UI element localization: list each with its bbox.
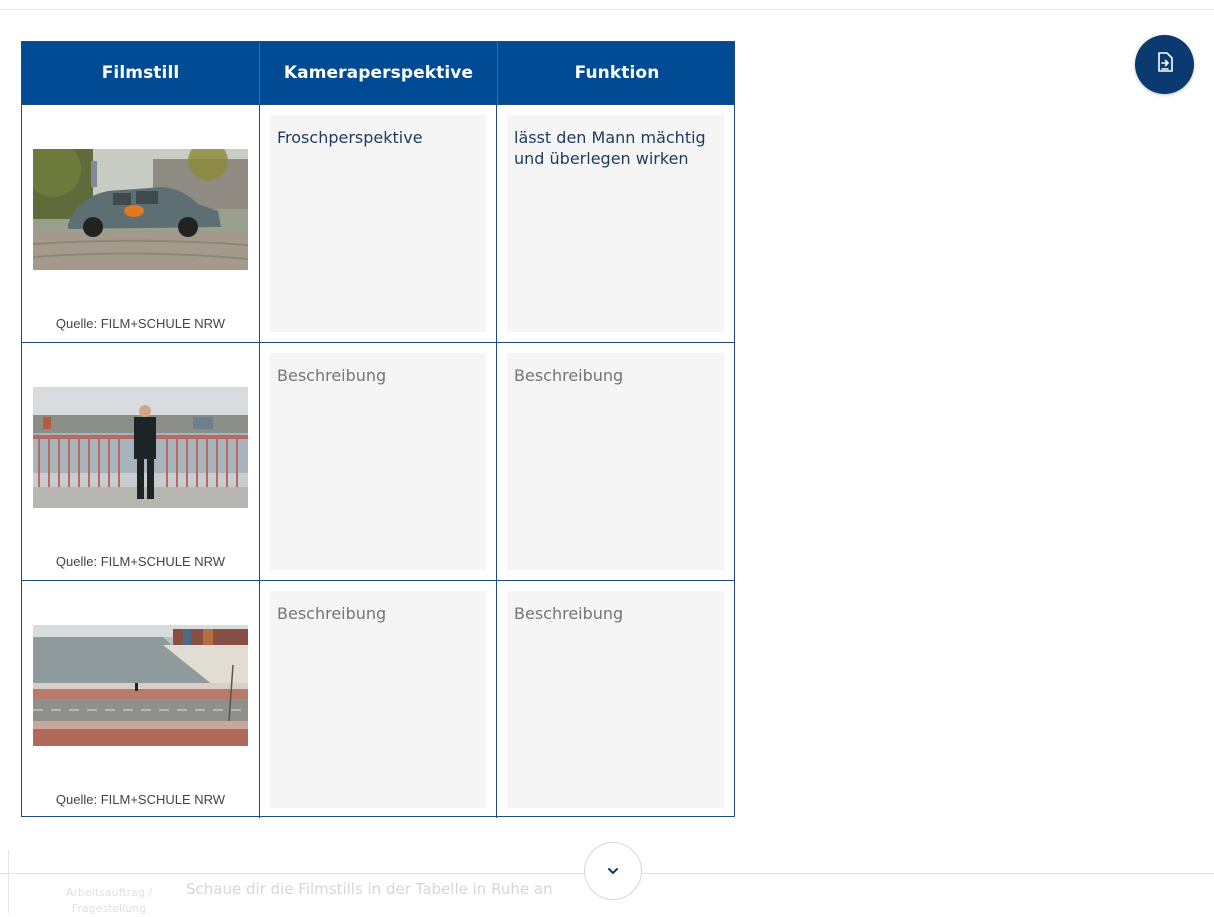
image-source-caption: Quelle: FILM+SCHULE NRW [55,554,226,569]
still-cell: Quelle: FILM+SCHULE NRW [22,581,259,818]
still-cell: Quelle: FILM+SCHULE NRW [22,105,259,342]
image-source-caption: Quelle: FILM+SCHULE NRW [55,792,226,807]
perspective-input[interactable] [270,353,486,570]
column-header-funktion: Funktion [497,42,736,104]
filmstill-table: Filmstill Kameraperspektive Funktion Que… [21,41,735,818]
export-document-icon [1153,50,1177,79]
table-row: Quelle: FILM+SCHULE NRW [22,342,734,580]
table-row: Quelle: FILM+SCHULE NRW [22,580,734,818]
column-header-kameraperspektive: Kameraperspektive [259,42,497,104]
function-input[interactable]: lässt den Mann mächtig und überlegen wir… [507,115,724,332]
man-on-bridge-still-image [33,387,248,508]
perspective-input[interactable] [270,591,486,808]
task-instruction: Schaue dir die Filmstills in der Tabelle… [186,880,553,898]
harbor-still-image [33,625,248,746]
still-cell: Quelle: FILM+SCHULE NRW [22,343,259,580]
column-header-filmstill: Filmstill [101,63,180,83]
footer-side-divider [8,850,9,913]
export-button[interactable] [1135,35,1194,94]
function-input[interactable] [507,353,724,570]
function-cell [496,343,734,580]
function-cell: lässt den Mann mächtig und überlegen wir… [496,105,734,342]
task-label-line1: Arbeitsauftrag / [65,886,153,899]
expand-footer-button[interactable] [584,842,642,900]
top-divider [0,9,1214,10]
image-source-caption: Quelle: FILM+SCHULE NRW [55,316,226,331]
table-row: Quelle: FILM+SCHULE NRW Froschperspektiv… [22,104,734,342]
function-input[interactable] [507,591,724,808]
task-label: Arbeitsauftrag / Fragestellung [54,885,164,917]
task-label-line2: Fragestellung [71,902,147,915]
perspective-cell [259,343,496,580]
table-header: Filmstill Kameraperspektive Funktion [22,42,734,104]
perspective-cell: Froschperspektive [259,105,496,342]
car-still-image [33,149,248,270]
perspective-input[interactable]: Froschperspektive [270,115,486,332]
perspective-cell [259,581,496,818]
chevron-down-icon [607,862,619,880]
function-cell [496,581,734,818]
